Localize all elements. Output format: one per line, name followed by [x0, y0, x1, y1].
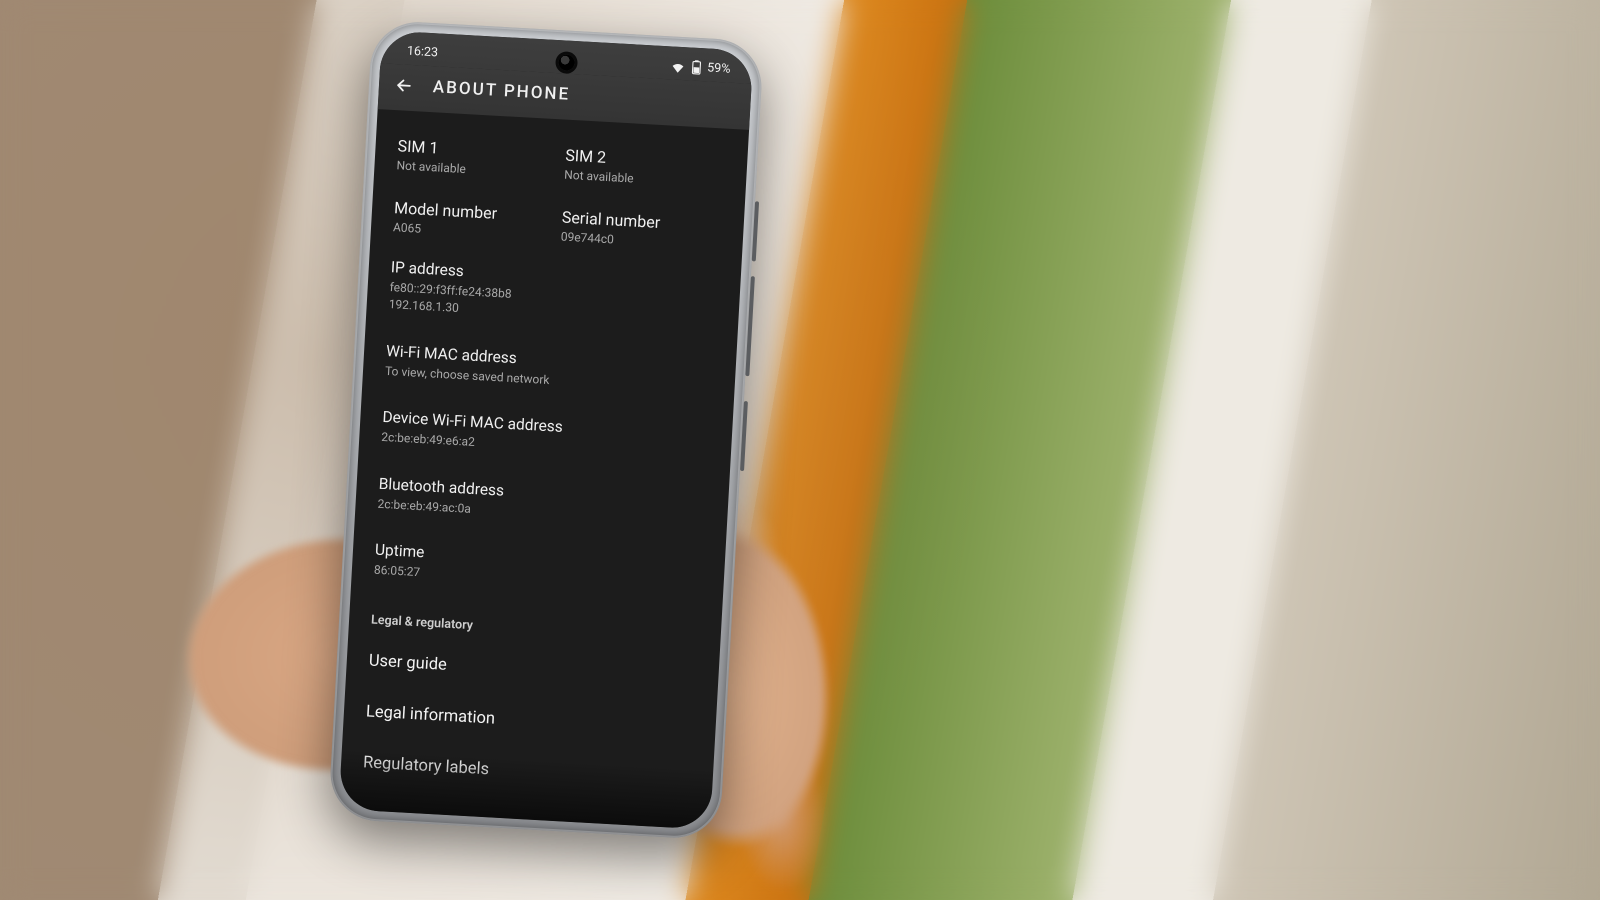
- phone-screen: 16:23 59%: [339, 30, 754, 830]
- settings-list[interactable]: SIM 1 Not available SIM 2 Not available …: [340, 109, 749, 808]
- status-time: 16:23: [407, 44, 439, 61]
- row-sim2[interactable]: SIM 2 Not available: [564, 146, 728, 191]
- page-title: ABOUT PHONE: [432, 77, 570, 105]
- photo-scene: 16:23 59%: [0, 0, 1600, 900]
- wifi-icon: [670, 60, 686, 73]
- row-sim1[interactable]: SIM 1 Not available: [396, 136, 560, 181]
- back-button[interactable]: [392, 74, 415, 97]
- row-model-number[interactable]: Model number A065: [393, 198, 557, 243]
- row-serial-number[interactable]: Serial number 09e744c0: [560, 208, 724, 253]
- battery-icon: [691, 60, 702, 76]
- phone-frame: 16:23 59%: [328, 20, 764, 841]
- status-battery-pct: 59%: [707, 60, 731, 76]
